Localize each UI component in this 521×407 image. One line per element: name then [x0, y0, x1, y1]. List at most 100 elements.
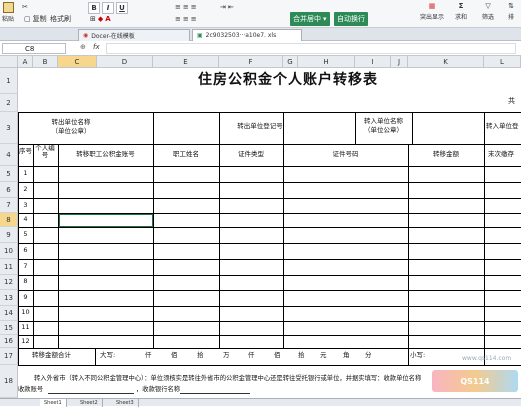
column-header-i[interactable]: I [355, 56, 391, 68]
grid-line-vertical [153, 112, 154, 144]
header-id-type: 证件类型 [238, 150, 264, 158]
clipboard-icon [2, 2, 14, 13]
grid-line-vertical [33, 144, 34, 348]
grid-line-vertical [355, 112, 356, 144]
transfer-note: 转入外省市（转入不同公积金管理中心）：单位须核实是转往外省市的公积金管理中心还是… [34, 375, 422, 382]
column-header-j[interactable]: J [391, 56, 408, 68]
total-amount-label: 转移金额合计 [32, 351, 71, 359]
row-header-17[interactable]: 17 [0, 348, 18, 365]
worksheet-grid[interactable]: 住房公积金个人账户转移表 共 转出单位名称 （单位公章） 转出单位登记号 转入单… [18, 68, 521, 398]
row-header-15[interactable]: 15 [0, 321, 18, 335]
sort-button[interactable]: ⇅ 排 [508, 2, 514, 21]
seq-cell: 5 [23, 230, 28, 238]
zoom-icon[interactable]: ⊕ [80, 43, 86, 51]
align-left-icon[interactable]: ≡ [175, 15, 181, 23]
column-header-d[interactable]: D [97, 56, 153, 68]
filter-button[interactable]: ▽ 筛选 [482, 2, 494, 21]
column-header-h[interactable]: H [298, 56, 355, 68]
align-middle-icon[interactable]: ≡ [183, 3, 189, 11]
row-header-11[interactable]: 11 [0, 259, 18, 275]
copy-icon: ▢ [24, 15, 31, 23]
font-color-icon[interactable]: A [105, 15, 110, 23]
fx-icon[interactable]: fx [93, 43, 100, 51]
outdent-icon[interactable]: ⇤ [228, 3, 234, 11]
indent-group: ⇥ ⇤ [220, 3, 234, 11]
column-header-c[interactable]: C [58, 56, 97, 68]
grid-line-vertical [283, 144, 284, 348]
wrap-text-button[interactable]: 自动换行 [334, 12, 368, 26]
column-header-b[interactable]: B [33, 56, 58, 68]
cut-button[interactable]: ✂ [22, 3, 28, 11]
row-header-2[interactable]: 2 [0, 94, 18, 112]
column-header-a[interactable]: A [18, 56, 33, 68]
seq-cell: 3 [23, 201, 28, 209]
row-header-12[interactable]: 12 [0, 275, 18, 290]
align-bottom-icon[interactable]: ≡ [191, 3, 197, 11]
row-header-9[interactable]: 9 [0, 227, 18, 243]
filter-icon: ▽ [485, 2, 491, 10]
column-header-k[interactable]: K [408, 56, 484, 68]
font-style-group: B I U [88, 2, 128, 14]
spreadsheet-icon: ▣ [197, 32, 203, 39]
unit-fen: 分 [365, 351, 372, 359]
column-header-e[interactable]: E [153, 56, 219, 68]
underline-button[interactable]: U [116, 2, 128, 14]
formula-input[interactable] [106, 43, 516, 54]
row-header-14[interactable]: 14 [0, 306, 18, 321]
select-all-corner[interactable] [0, 56, 18, 68]
align-top-icon[interactable]: ≡ [175, 3, 181, 11]
row-header-16[interactable]: 16 [0, 335, 18, 348]
name-box[interactable]: C8 [2, 43, 66, 54]
format-painter-button[interactable]: 格式刷 [50, 14, 71, 24]
border-icon[interactable]: ⊞ [90, 15, 96, 23]
tab-current-file[interactable]: ▣ 2c9032503···a10e7. xls [192, 29, 302, 41]
row-header-7[interactable]: 7 [0, 198, 18, 213]
conditional-format-button[interactable]: ▦ 突出显示 [420, 2, 444, 21]
column-header-l[interactable]: L [484, 56, 521, 68]
daxie-label: 大写: [100, 351, 116, 359]
grid-line-horizontal [18, 259, 521, 260]
indent-icon[interactable]: ⇥ [220, 3, 226, 11]
unit-jiao: 角 [343, 351, 350, 359]
row-header-6[interactable]: 6 [0, 182, 18, 198]
selected-cell-c8[interactable] [58, 213, 154, 228]
seq-cell: 6 [23, 246, 28, 254]
sum-button[interactable]: Σ 求和 [455, 2, 467, 21]
row-header-4[interactable]: 4 [0, 144, 18, 166]
unit-qian: 仟 [145, 351, 152, 359]
total-pages-label: 共 [508, 97, 515, 105]
row-header-3[interactable]: 3 [0, 112, 18, 144]
row-header-8[interactable]: 8 [0, 213, 18, 227]
row-header-13[interactable]: 13 [0, 290, 18, 306]
chevron-down-icon: ▾ [323, 15, 327, 23]
grid-line-vertical [283, 112, 284, 144]
grid-line-vertical [18, 144, 19, 348]
row-header-18[interactable]: 18 [0, 365, 18, 398]
bold-button[interactable]: B [88, 2, 100, 14]
in-unit-reg-label: 转入单位登 [486, 122, 519, 130]
bank-note-label: ，收款银行名称 [136, 386, 181, 393]
seq-cell: 2 [23, 185, 28, 193]
ribbon-toolbar: 粘贴 ✂ ▢ 复制 格式刷 B I U ⊞ ◆ A ≡ ≡ ≡ ≡ ≡ ≡ ⇥ ⇤… [0, 0, 521, 28]
copy-button[interactable]: ▢ 复制 [24, 14, 47, 24]
row-header-5[interactable]: 5 [0, 166, 18, 182]
unit-wan: 万 [223, 351, 230, 359]
italic-button[interactable]: I [102, 2, 114, 14]
row-header-10[interactable]: 10 [0, 243, 18, 259]
out-unit-name-label: 转出单位名称 [51, 118, 91, 126]
unit-yuan: 元 [320, 351, 327, 359]
tab-docer[interactable]: ◉ Docer-在线模板 [78, 29, 190, 41]
merge-center-button[interactable]: 合并居中 ▾ [290, 12, 330, 26]
header-amount: 转移金额 [433, 150, 459, 158]
grid-line-horizontal [18, 275, 521, 276]
column-header-g[interactable]: G [283, 56, 298, 68]
column-header-f[interactable]: F [219, 56, 283, 68]
align-center-icon[interactable]: ≡ [183, 15, 189, 23]
unit-bai-2: 佰 [274, 351, 281, 359]
align-right-icon[interactable]: ≡ [191, 15, 197, 23]
fill-color-icon[interactable]: ◆ [98, 15, 103, 23]
sheet-tab-bar: Sheet1 Sheet2 Sheet3 [0, 398, 521, 407]
grid-line-vertical [153, 144, 154, 348]
row-header-1[interactable]: 1 [0, 68, 18, 94]
paste-button[interactable]: 粘贴 [2, 2, 14, 23]
